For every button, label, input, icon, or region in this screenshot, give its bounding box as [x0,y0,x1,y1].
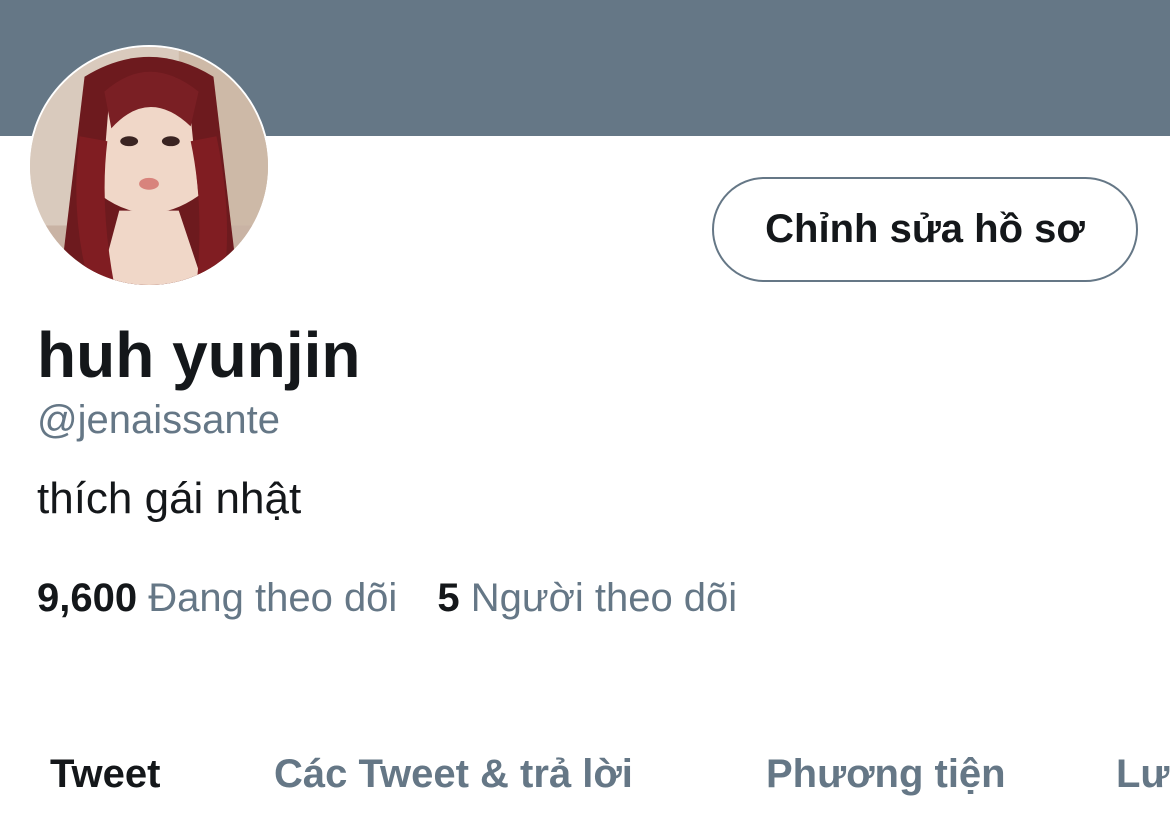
followers-count: 5 [437,576,460,620]
following-label: Đang theo dõi [148,576,398,620]
following-count: 9,600 [37,576,138,620]
user-handle: @jenaissante [37,398,280,442]
profile-bio: thích gái nhật [37,474,302,523]
tab-likes[interactable]: Lư [1116,752,1169,797]
followers-stat[interactable]: 5 Người theo dõi [437,576,737,621]
followers-label: Người theo dõi [470,576,738,620]
profile-avatar[interactable] [28,45,270,287]
profile-page: Chỉnh sửa hồ sơ huh yunjin @jenaissante … [0,0,1170,828]
avatar-photo [30,47,268,285]
display-name: huh yunjin [37,319,361,391]
tab-media[interactable]: Phương tiện [766,752,1006,797]
profile-tabs: Tweet Các Tweet & trả lời Phương tiện Lư [0,752,1170,802]
following-stat[interactable]: 9,600 Đang theo dõi [37,576,397,621]
follow-stats: 9,600 Đang theo dõi 5 Người theo dõi [37,576,737,621]
tab-tweets[interactable]: Tweet [50,752,160,797]
edit-profile-button[interactable]: Chỉnh sửa hồ sơ [712,177,1138,282]
tab-tweets-and-replies[interactable]: Các Tweet & trả lời [274,752,633,797]
